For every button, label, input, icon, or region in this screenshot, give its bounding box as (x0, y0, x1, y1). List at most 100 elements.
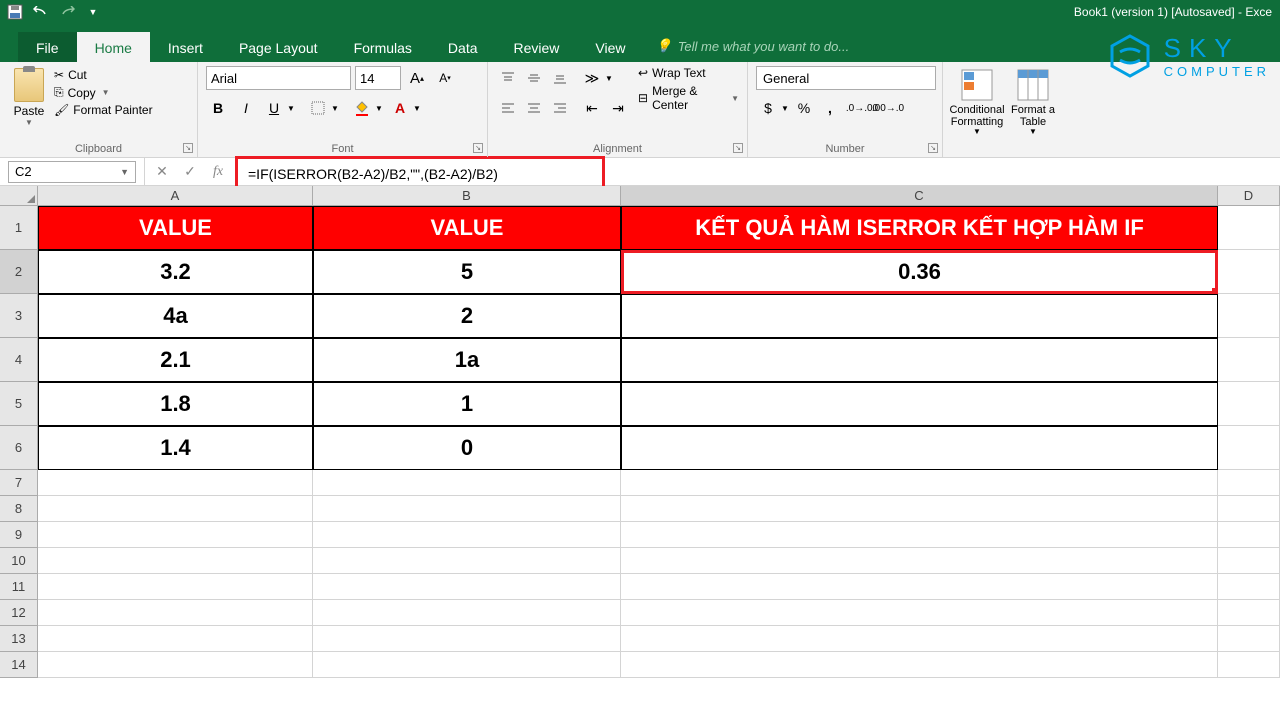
decrease-decimal-icon[interactable]: .00→.0 (876, 96, 900, 120)
align-bottom-icon[interactable] (548, 66, 572, 90)
cell[interactable] (1218, 426, 1280, 470)
cell[interactable] (621, 496, 1218, 522)
number-format-select[interactable] (756, 66, 936, 90)
font-name-select[interactable] (206, 66, 351, 90)
align-middle-icon[interactable] (522, 66, 546, 90)
tab-file[interactable]: File (18, 32, 77, 62)
cell[interactable]: 1 (313, 382, 621, 426)
conditional-formatting-button[interactable]: Conditional Formatting▼ (951, 68, 1003, 137)
cell[interactable] (1218, 522, 1280, 548)
cell[interactable] (621, 382, 1218, 426)
cell[interactable] (621, 574, 1218, 600)
dialog-launcher-icon[interactable]: ↘ (183, 143, 193, 153)
dialog-launcher-icon[interactable]: ↘ (473, 143, 483, 153)
cell[interactable] (621, 470, 1218, 496)
cell[interactable] (38, 548, 313, 574)
cell[interactable] (1218, 382, 1280, 426)
select-all-button[interactable] (0, 186, 38, 205)
format-table-button[interactable]: Format a Table▼ (1007, 68, 1059, 137)
tab-view[interactable]: View (577, 32, 643, 62)
cell[interactable]: 0 (313, 426, 621, 470)
increase-decimal-icon[interactable]: .0→.00 (850, 96, 874, 120)
cell[interactable]: 2 (313, 294, 621, 338)
dialog-launcher-icon[interactable]: ↘ (733, 143, 743, 153)
enter-formula-icon[interactable]: ✓ (177, 161, 203, 183)
cell[interactable] (313, 574, 621, 600)
cell[interactable] (1218, 206, 1280, 250)
cell[interactable] (1218, 338, 1280, 382)
col-header-b[interactable]: B (313, 186, 621, 205)
cell[interactable]: 1.4 (38, 426, 313, 470)
tab-data[interactable]: Data (430, 32, 496, 62)
cell[interactable] (1218, 250, 1280, 294)
borders-button[interactable] (306, 96, 330, 120)
dialog-launcher-icon[interactable]: ↘ (928, 143, 938, 153)
tab-page-layout[interactable]: Page Layout (221, 32, 336, 62)
underline-button[interactable]: U (262, 96, 286, 120)
font-color-button[interactable]: A (388, 96, 412, 120)
cell[interactable] (621, 548, 1218, 574)
accounting-format-icon[interactable]: $ (756, 96, 780, 120)
cell[interactable]: VALUE (38, 206, 313, 250)
decrease-indent-icon[interactable]: ⇤ (580, 96, 604, 120)
paste-button[interactable]: Paste ▼ (8, 66, 50, 127)
format-painter-button[interactable]: 🖌Format Painter (54, 103, 153, 117)
name-box[interactable]: C2 ▼ (8, 161, 136, 183)
cell[interactable]: VALUE (313, 206, 621, 250)
cell[interactable] (1218, 652, 1280, 678)
comma-format-icon[interactable]: , (818, 96, 842, 120)
cell[interactable]: 5 (313, 250, 621, 294)
row-header[interactable]: 4 (0, 338, 38, 382)
cell[interactable]: 4a (38, 294, 313, 338)
col-header-d[interactable]: D (1218, 186, 1280, 205)
fill-color-button[interactable] (350, 96, 374, 120)
cell[interactable] (1218, 470, 1280, 496)
row-header[interactable]: 5 (0, 382, 38, 426)
increase-font-icon[interactable]: A▴ (405, 66, 429, 90)
row-header[interactable]: 13 (0, 626, 38, 652)
align-right-icon[interactable] (548, 96, 572, 120)
decrease-font-icon[interactable]: A▾ (433, 66, 457, 90)
name-box-dropdown-icon[interactable]: ▼ (120, 167, 129, 177)
redo-icon[interactable] (58, 3, 76, 21)
cell-selected[interactable]: 0.36 (621, 250, 1218, 294)
tab-insert[interactable]: Insert (150, 32, 221, 62)
formula-input[interactable] (242, 163, 598, 185)
cell[interactable] (621, 338, 1218, 382)
cell[interactable] (313, 522, 621, 548)
row-header[interactable]: 1 (0, 206, 38, 250)
cell[interactable] (38, 600, 313, 626)
cell[interactable] (621, 652, 1218, 678)
cell[interactable]: 2.1 (38, 338, 313, 382)
cell[interactable] (313, 496, 621, 522)
tab-formulas[interactable]: Formulas (336, 32, 430, 62)
wrap-text-button[interactable]: ↩Wrap Text (638, 66, 739, 80)
cell[interactable] (1218, 574, 1280, 600)
percent-format-icon[interactable]: % (792, 96, 816, 120)
cell[interactable] (38, 652, 313, 678)
row-header[interactable]: 8 (0, 496, 38, 522)
row-header[interactable]: 9 (0, 522, 38, 548)
cell[interactable] (1218, 600, 1280, 626)
cell[interactable] (1218, 548, 1280, 574)
align-center-icon[interactable] (522, 96, 546, 120)
cell[interactable]: 1.8 (38, 382, 313, 426)
row-header[interactable]: 3 (0, 294, 38, 338)
font-color-dropdown-icon[interactable]: ▼ (412, 96, 422, 120)
insert-function-icon[interactable]: fx (205, 161, 231, 183)
qat-dropdown-icon[interactable]: ▼ (84, 3, 102, 21)
copy-button[interactable]: ⎘Copy▼ (54, 85, 153, 100)
cell[interactable] (38, 470, 313, 496)
orientation-icon[interactable]: ≫ (580, 66, 604, 90)
tab-home[interactable]: Home (77, 32, 150, 62)
row-header[interactable]: 10 (0, 548, 38, 574)
borders-dropdown-icon[interactable]: ▼ (330, 96, 340, 120)
save-icon[interactable] (6, 3, 24, 21)
cell[interactable] (38, 522, 313, 548)
row-header[interactable]: 7 (0, 470, 38, 496)
font-size-select[interactable] (355, 66, 401, 90)
align-left-icon[interactable] (496, 96, 520, 120)
italic-button[interactable]: I (234, 96, 258, 120)
cell[interactable] (313, 652, 621, 678)
tab-review[interactable]: Review (496, 32, 578, 62)
